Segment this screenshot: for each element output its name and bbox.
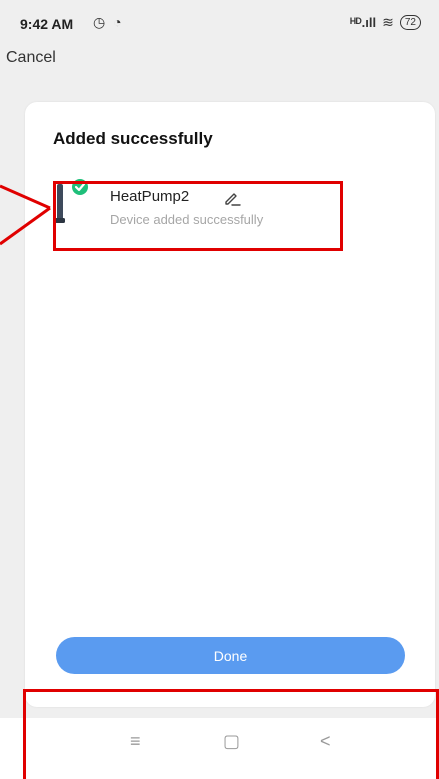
done-button[interactable]: Done — [56, 637, 405, 674]
cancel-button[interactable]: Cancel — [6, 49, 56, 67]
signal-icon: ᴴᴰ.ıll — [350, 15, 377, 30]
alarm-icons: ◷ ◔ — [93, 14, 124, 30]
annotation-box-navbar — [23, 689, 439, 779]
annotation-box-device — [53, 181, 343, 251]
status-bar: 9:42 AM ◷ ◔ ᴴᴰ.ıll ≋ 72 — [0, 0, 439, 36]
status-right: ᴴᴰ.ıll ≋ 72 — [350, 14, 421, 31]
battery-icon: 72 — [399, 15, 421, 30]
wifi-icon: ≋ — [382, 14, 394, 30]
card-title: Added successfully — [53, 129, 213, 148]
annotation-arrow — [0, 184, 51, 246]
status-time: 9:42 AM — [20, 16, 74, 32]
